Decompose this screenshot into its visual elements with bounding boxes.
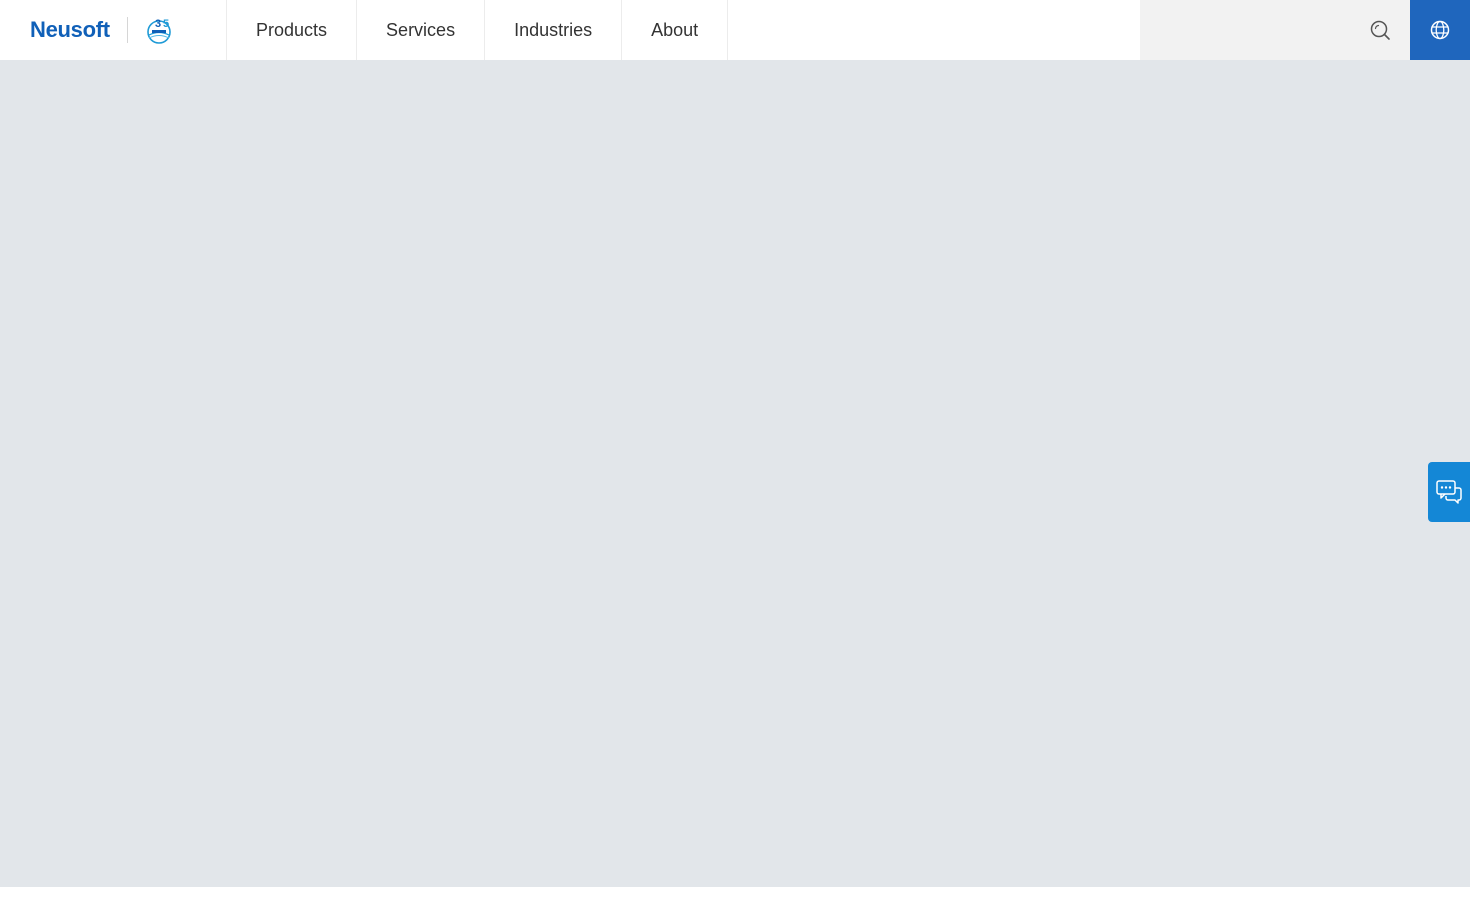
svg-text:3: 3 (155, 18, 161, 30)
search-icon[interactable] (1368, 18, 1392, 42)
logo-divider (126, 17, 128, 43)
search-box[interactable] (1140, 0, 1410, 60)
nav-item-industries[interactable]: Industries (485, 0, 623, 60)
nav-item-products[interactable]: Products (227, 0, 358, 60)
main-nav: Products Services Industries About (227, 0, 729, 60)
chat-bubbles-icon (1436, 480, 1462, 504)
logo-area[interactable]: Neusoft 3 5 (0, 0, 227, 60)
chat-button[interactable] (1428, 462, 1470, 522)
svg-text:5: 5 (163, 18, 169, 30)
hero-banner (0, 60, 1470, 887)
site-header: Neusoft 3 5 Products Services Industries… (0, 0, 1470, 60)
globe-icon (1430, 20, 1450, 40)
35th-anniversary-logo-icon: 3 5 (146, 18, 171, 44)
language-button[interactable] (1410, 0, 1470, 60)
search-input[interactable] (1156, 14, 1356, 46)
neusoft-logo[interactable]: Neusoft (30, 17, 110, 43)
nav-item-services[interactable]: Services (357, 0, 486, 60)
nav-item-about[interactable]: About (622, 0, 729, 60)
footer-strip (0, 887, 1470, 923)
